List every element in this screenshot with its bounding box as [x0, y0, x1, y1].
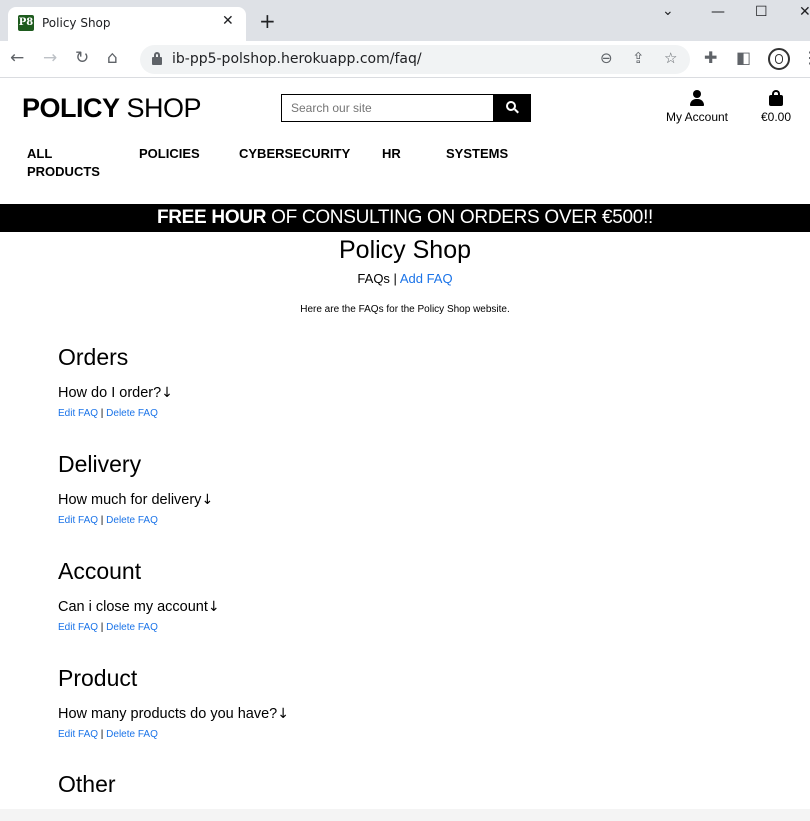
delete-faq-link[interactable]: Delete FAQ: [106, 408, 158, 419]
browser-tab[interactable]: P8 Policy Shop ✕: [8, 7, 246, 41]
user-icon: [689, 90, 705, 106]
faq-actions: Edit FAQ | Delete FAQ: [58, 515, 213, 527]
site-logo[interactable]: POLICY SHOP: [22, 93, 202, 124]
action-separator: |: [98, 729, 107, 740]
menu-dots-icon[interactable]: ⋮: [802, 48, 810, 67]
zoom-icon[interactable]: ⊖: [600, 49, 613, 67]
search-button[interactable]: [493, 94, 531, 122]
logo-light-text: SHOP: [126, 93, 202, 123]
intro-text: Here are the FAQs for the Policy Shop we…: [300, 304, 510, 315]
profile-avatar-icon[interactable]: [768, 48, 790, 70]
faq-section: Other: [58, 771, 116, 797]
forward-arrow-icon[interactable]: →: [43, 48, 57, 68]
faq-question-text: How much for delivery: [58, 492, 202, 508]
faq-section: Product How many products do you have?↓ …: [58, 665, 289, 741]
banner-text: OF CONSULTING ON ORDERS OVER €500!!: [266, 207, 654, 228]
faq-category-heading: Account: [58, 558, 142, 584]
faq-question-text: Can i close my account: [58, 599, 208, 615]
browser-toolbar: ← → ↻ ⌂ ib-pp5-polshop.herokuapp.com/faq…: [0, 41, 810, 78]
close-window-icon[interactable]: ✕: [799, 4, 810, 20]
maximize-icon[interactable]: ☐: [755, 4, 768, 20]
nav-item-policies[interactable]: POLICIES: [139, 145, 200, 163]
new-tab-icon[interactable]: +: [259, 11, 276, 31]
shopping-bag-icon: [769, 90, 783, 106]
faq-section: Account Can i close my account↓ Edit FAQ…: [58, 558, 220, 634]
banner-bold-text: FREE HOUR: [156, 207, 267, 228]
delete-faq-link[interactable]: Delete FAQ: [106, 622, 158, 633]
add-faq-link[interactable]: Add FAQ: [400, 271, 453, 286]
nav-item-all-products[interactable]: ALL PRODUCTS: [27, 145, 107, 181]
shopping-bag-link[interactable]: €0.00: [759, 90, 793, 124]
faqs-label: FAQs: [357, 271, 390, 286]
arrow-down-icon: ↓: [161, 385, 173, 401]
my-account-link[interactable]: My Account: [665, 90, 729, 124]
faq-category-heading: Orders: [58, 344, 129, 370]
nav-item-cybersecurity[interactable]: CYBERSECURITY: [239, 145, 350, 163]
edit-faq-link[interactable]: Edit FAQ: [58, 729, 98, 740]
bookmark-star-icon[interactable]: ☆: [664, 49, 677, 67]
faq-question-toggle[interactable]: How much for delivery↓: [58, 491, 213, 509]
arrow-down-icon: ↓: [207, 599, 220, 615]
bag-total: €0.00: [760, 110, 792, 124]
page-bottom-edge: [0, 809, 810, 821]
promo-banner: FREE HOUR OF CONSULTING ON ORDERS OVER €…: [0, 204, 810, 232]
logo-bold-text: POLICY: [22, 93, 120, 123]
delete-faq-link[interactable]: Delete FAQ: [106, 515, 158, 526]
faq-section: Delivery How much for delivery↓ Edit FAQ…: [58, 451, 213, 527]
edit-faq-link[interactable]: Edit FAQ: [58, 622, 98, 633]
faq-question-toggle[interactable]: How do I order?↓: [58, 384, 173, 402]
edit-faq-link[interactable]: Edit FAQ: [58, 408, 98, 419]
faq-question-toggle[interactable]: How many products do you have?↓: [58, 705, 289, 723]
browser-tab-bar: P8 Policy Shop ✕ + ⌄ — ☐ ✕: [0, 0, 810, 41]
tab-title: Policy Shop: [42, 16, 111, 30]
subnav-separator: |: [389, 271, 400, 286]
page-title: Policy Shop: [338, 236, 472, 264]
nav-item-systems[interactable]: SYSTEMS: [446, 145, 508, 163]
extensions-puzzle-icon[interactable]: ✚: [704, 48, 717, 67]
arrow-down-icon: ↓: [277, 706, 289, 722]
action-separator: |: [98, 408, 107, 419]
tab-close-icon[interactable]: ✕: [222, 13, 234, 29]
lock-icon: [152, 52, 162, 65]
faq-question-text: How do I order?: [58, 385, 162, 401]
arrow-down-icon: ↓: [201, 492, 214, 508]
action-separator: |: [98, 515, 107, 526]
faq-section: Orders How do I order?↓ Edit FAQ | Delet…: [58, 344, 173, 420]
search-input[interactable]: [281, 94, 494, 122]
site-favicon-icon: P8: [18, 15, 34, 31]
faq-actions: Edit FAQ | Delete FAQ: [58, 408, 173, 420]
faq-subnav: FAQs | Add FAQ: [0, 271, 810, 286]
side-panel-icon[interactable]: ◧: [736, 48, 751, 67]
faq-category-heading: Delivery: [58, 451, 142, 477]
edit-faq-link[interactable]: Edit FAQ: [58, 515, 98, 526]
my-account-label: My Account: [665, 110, 729, 124]
faq-category-heading: Other: [58, 771, 116, 797]
minimize-icon[interactable]: —: [711, 4, 725, 20]
nav-item-hr[interactable]: HR: [382, 145, 401, 163]
reload-icon[interactable]: ↻: [75, 48, 89, 68]
share-icon[interactable]: ⇪: [632, 49, 645, 67]
faq-actions: Edit FAQ | Delete FAQ: [58, 622, 220, 634]
delete-faq-link[interactable]: Delete FAQ: [106, 729, 158, 740]
url-text[interactable]: ib-pp5-polshop.herokuapp.com/faq/: [172, 51, 422, 67]
home-icon[interactable]: ⌂: [107, 48, 118, 68]
tab-search-chevron-icon[interactable]: ⌄: [662, 3, 674, 19]
back-arrow-icon[interactable]: ←: [10, 48, 24, 68]
address-bar[interactable]: ib-pp5-polshop.herokuapp.com/faq/ ⊖ ⇪ ☆: [140, 45, 690, 74]
action-separator: |: [98, 622, 107, 633]
faq-actions: Edit FAQ | Delete FAQ: [58, 729, 289, 741]
faq-question-text: How many products do you have?: [58, 706, 278, 722]
faq-category-heading: Product: [58, 665, 138, 691]
faq-question-toggle[interactable]: Can i close my account↓: [58, 598, 220, 616]
